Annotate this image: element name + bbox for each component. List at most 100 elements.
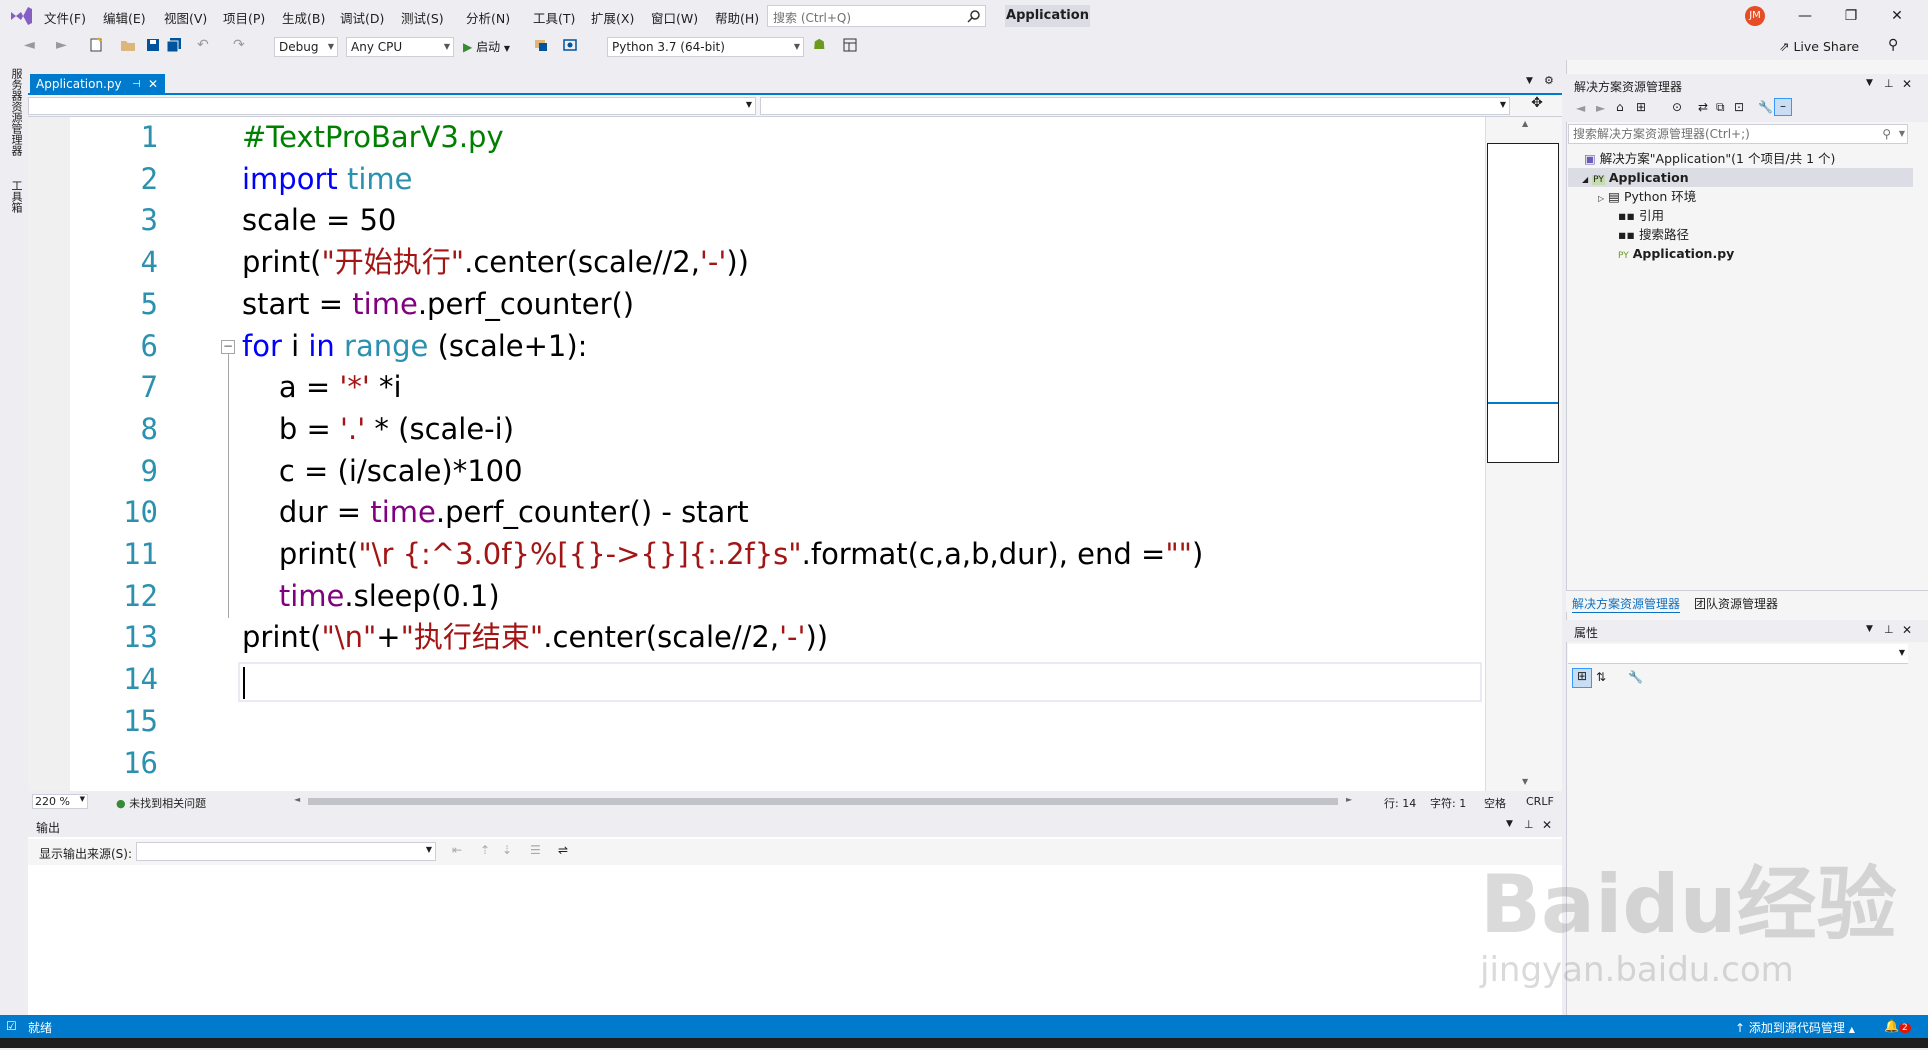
code-line[interactable]: print("\r {:^3.0f}%[{}->{}]{:.2f}s".form…: [242, 533, 1203, 575]
undo-icon[interactable]: ↶: [197, 37, 215, 55]
tree-item-solution[interactable]: ▣ 解决方案"Application"(1 个项目/共 1 个): [1584, 149, 1835, 168]
switch-views-icon[interactable]: ⊞: [1636, 100, 1646, 114]
close-panel-icon[interactable]: ✕: [1902, 77, 1912, 91]
auto-hide-pin-icon[interactable]: ⊥: [1884, 77, 1894, 90]
python-package-icon[interactable]: ☗: [813, 37, 831, 55]
categorized-icon[interactable]: ⊞: [1572, 668, 1592, 688]
whitespace-indicator[interactable]: 空格: [1484, 795, 1506, 811]
tab-close-icon[interactable]: ✕: [148, 74, 158, 95]
menu-item[interactable]: 窗口(W): [651, 8, 698, 27]
tab-solution-explorer[interactable]: 解决方案资源管理器: [1572, 595, 1681, 613]
code-line[interactable]: time.sleep(0.1): [242, 575, 500, 617]
horizontal-scrollbar-thumb[interactable]: [308, 798, 1338, 805]
solution-configuration-select[interactable]: Debug ▼: [274, 37, 338, 57]
property-pages-icon[interactable]: 🔧: [1628, 670, 1643, 684]
code-line[interactable]: a = '*' *i: [242, 366, 402, 408]
forward-icon[interactable]: ►: [56, 37, 74, 55]
code-line[interactable]: for i in range (scale+1):: [242, 325, 587, 367]
restore-icon[interactable]: ❐: [1828, 2, 1874, 30]
auto-hide-pin-icon[interactable]: ⊥: [1884, 623, 1894, 636]
search-options-icon[interactable]: ▼: [1899, 125, 1905, 143]
scrollbar-viewport-thumb[interactable]: [1487, 143, 1559, 463]
window-position-icon[interactable]: ▼: [1506, 819, 1513, 829]
scroll-right-icon[interactable]: ►: [1346, 795, 1352, 804]
line-ending-indicator[interactable]: CRLF: [1526, 795, 1554, 808]
new-project-icon[interactable]: [88, 37, 106, 55]
forward-icon[interactable]: ►: [1596, 101, 1605, 115]
solution-platform-select[interactable]: Any CPU ▼: [346, 37, 454, 57]
preview-selected-icon[interactable]: –: [1774, 98, 1792, 116]
visual-studio-logo-icon[interactable]: [8, 5, 34, 27]
menu-item[interactable]: 文件(F): [44, 8, 86, 27]
tree-item-file[interactable]: PY Application.py: [1618, 244, 1734, 263]
class-dropdown[interactable]: ▼: [28, 97, 756, 115]
minimize-icon[interactable]: —: [1782, 2, 1828, 30]
save-icon[interactable]: [145, 37, 163, 55]
menu-item[interactable]: 测试(S): [401, 8, 444, 27]
solution-search-input[interactable]: 搜索解决方案资源管理器(Ctrl+;) ⚲ ▼: [1568, 124, 1908, 144]
code-line[interactable]: b = '.' * (scale-i): [242, 408, 514, 450]
settings-gear-icon[interactable]: ⚙: [1544, 74, 1554, 87]
menu-item[interactable]: 分析(N): [466, 8, 510, 27]
menu-item[interactable]: 工具(T): [533, 8, 575, 27]
live-share-button[interactable]: ⇗ Live Share: [1779, 39, 1859, 54]
back-icon[interactable]: ◄: [24, 37, 42, 55]
screenshot-icon[interactable]: [562, 37, 580, 55]
code-line[interactable]: print("开始执行".center(scale//2,'-')): [242, 241, 749, 283]
layout-icon[interactable]: [842, 37, 860, 55]
close-panel-icon[interactable]: ✕: [1542, 818, 1552, 832]
feedback-icon[interactable]: ⚲: [1888, 37, 1906, 55]
menu-item[interactable]: 视图(V): [164, 8, 207, 27]
code-line[interactable]: scale = 50: [242, 199, 396, 241]
scroll-down-icon[interactable]: ▼: [1522, 777, 1528, 786]
clear-all-icon[interactable]: ☰: [530, 843, 541, 857]
word-wrap-icon[interactable]: ⇌: [558, 843, 568, 857]
zoom-select[interactable]: 220 % ▼: [32, 794, 88, 809]
code-line[interactable]: dur = time.perf_counter() - start: [242, 491, 749, 533]
avatar[interactable]: JM: [1745, 6, 1765, 26]
menu-item[interactable]: 编辑(E): [103, 8, 146, 27]
next-message-icon[interactable]: ⇣: [502, 843, 512, 857]
scroll-left-icon[interactable]: ◄: [294, 795, 300, 804]
properties-wrench-icon[interactable]: 🔧: [1758, 100, 1773, 114]
tab-application-py[interactable]: Application.py ⊣ ✕: [30, 74, 165, 95]
output-source-select[interactable]: ▼: [136, 842, 436, 861]
open-folder-icon[interactable]: [120, 37, 138, 55]
back-icon[interactable]: ◄: [1576, 101, 1585, 115]
close-icon[interactable]: ✕: [1874, 2, 1920, 30]
code-line[interactable]: #TextProBarV3.py: [242, 116, 504, 158]
home-icon[interactable]: ⌂: [1616, 100, 1624, 114]
properties-object-select[interactable]: ▼: [1568, 644, 1908, 664]
column-indicator[interactable]: 字符: 1: [1430, 795, 1466, 811]
tab-dropdown-icon[interactable]: ▼: [1526, 76, 1533, 86]
line-indicator[interactable]: 行: 14: [1384, 795, 1416, 811]
output-window-icon[interactable]: ☑: [6, 1019, 17, 1033]
save-all-icon[interactable]: [166, 37, 184, 55]
python-environment-select[interactable]: Python 3.7 (64-bit) ▼: [607, 37, 804, 57]
sync-icon[interactable]: ⇄: [1698, 100, 1708, 114]
server-explorer-tab[interactable]: 服务器资源管理器: [8, 68, 24, 156]
menu-item[interactable]: 生成(B): [282, 8, 325, 27]
collapse-icon[interactable]: −: [221, 340, 235, 354]
issues-indicator[interactable]: ● 未找到相关问题: [116, 795, 206, 811]
find-message-icon[interactable]: ⇤: [452, 843, 462, 857]
split-window-icon[interactable]: ✥: [1514, 95, 1560, 115]
window-position-icon[interactable]: ▼: [1866, 624, 1873, 634]
pin-icon[interactable]: ⊣: [132, 74, 141, 95]
tree-item-project[interactable]: ◢ PY Application: [1582, 168, 1689, 187]
menu-item[interactable]: 项目(P): [223, 8, 265, 27]
close-panel-icon[interactable]: ✕: [1902, 623, 1912, 637]
pending-changes-icon[interactable]: ⊙: [1672, 100, 1682, 114]
tree-item-search-paths[interactable]: ▪▪ 搜索路径: [1618, 225, 1689, 244]
window-position-icon[interactable]: ▼: [1866, 78, 1873, 88]
menu-item[interactable]: 扩展(X): [591, 8, 634, 27]
menu-item[interactable]: 帮助(H): [715, 8, 759, 27]
code-line[interactable]: print("\n"+"执行结束".center(scale//2,'-')): [242, 616, 828, 658]
tab-team-explorer[interactable]: 团队资源管理器: [1694, 595, 1778, 612]
redo-icon[interactable]: ↷: [233, 37, 251, 55]
quick-search-input[interactable]: 搜索 (Ctrl+Q): [767, 5, 986, 27]
code-line[interactable]: c = (i/scale)*100: [242, 450, 523, 492]
start-button[interactable]: ▶ 启动 ▼: [463, 38, 510, 55]
code-line[interactable]: start = time.perf_counter(): [242, 283, 634, 325]
member-dropdown[interactable]: ▼: [760, 97, 1510, 115]
